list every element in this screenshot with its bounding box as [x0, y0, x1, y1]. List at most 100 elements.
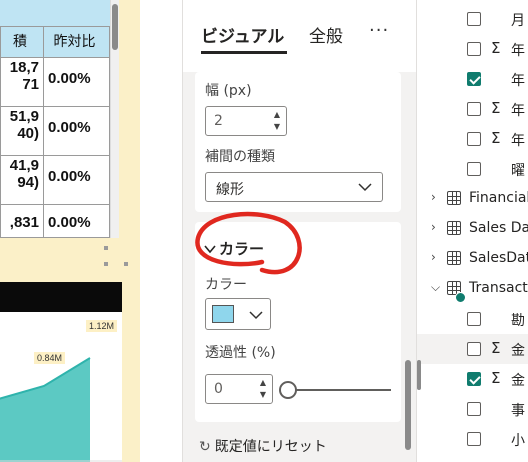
line-settings-card: 幅 (px) 2 ▲ ▼ 補間の種類 線形 [195, 72, 401, 212]
field-checkbox[interactable] [467, 432, 481, 446]
reset-label: 既定値にリセット [214, 439, 327, 455]
table-cell-value: 51,9 40) [0, 106, 44, 156]
format-pane-scrollbar-thumb[interactable] [405, 360, 411, 450]
field-checkbox[interactable] [467, 312, 481, 326]
field-table-row[interactable]: › SalesData [417, 244, 528, 274]
color-section-header[interactable]: カラー [203, 238, 264, 259]
transparency-slider-track[interactable] [287, 389, 391, 391]
field-item[interactable]: 事 [417, 394, 528, 424]
format-tabs: ビジュアル 全般 ··· [183, 0, 417, 72]
more-options-icon[interactable]: ··· [369, 20, 389, 41]
field-item[interactable]: 勘 [417, 304, 528, 334]
table-header-pct: 昨対比 [43, 26, 110, 58]
table-scrollbar[interactable] [110, 0, 119, 238]
transparency-value: 0 [214, 381, 223, 397]
field-name: 金 [511, 373, 525, 389]
sigma-icon: Σ [491, 99, 501, 117]
chevron-down-icon[interactable]: ⌵ [431, 280, 440, 295]
field-item[interactable]: 年 [417, 64, 528, 94]
field-name: 曜 [511, 163, 525, 179]
color-picker-button[interactable] [205, 298, 271, 330]
area-chart-plot [0, 357, 122, 462]
field-item[interactable]: 曜 [417, 154, 528, 184]
field-item[interactable]: Σ年 [417, 94, 528, 124]
field-name: 年 [511, 103, 525, 119]
field-name: 勘 [511, 313, 525, 329]
resize-handle[interactable] [104, 262, 108, 266]
field-name: 金 [511, 343, 525, 359]
tab-general[interactable]: 全般 [309, 22, 343, 47]
field-table-row[interactable]: ⌵ Transactio [417, 274, 528, 304]
resize-handle[interactable] [104, 246, 108, 250]
report-canvas[interactable]: 積 昨対比 18,7 71 0.00% 51,9 40) 0.00% 41,9 … [0, 0, 140, 462]
field-checkbox[interactable] [467, 72, 481, 86]
field-checkbox[interactable] [467, 42, 481, 56]
field-checkbox[interactable] [467, 162, 481, 176]
check-badge-icon [455, 292, 466, 303]
table-icon [447, 251, 461, 265]
transparency-stepper[interactable]: 0 ▲ ▼ [205, 374, 273, 404]
chevron-down-icon[interactable]: ▼ [258, 390, 268, 400]
table-icon [447, 191, 461, 205]
area-series [0, 358, 90, 462]
field-checkbox[interactable] [467, 402, 481, 416]
field-name: 小 [511, 433, 525, 449]
field-name: 事 [511, 403, 525, 419]
field-checkbox[interactable] [467, 102, 481, 116]
sigma-icon: Σ [491, 369, 501, 387]
field-item[interactable]: Σ金 [417, 364, 528, 394]
active-tab-indicator [201, 51, 287, 54]
color-section-title: カラー [219, 240, 265, 258]
field-table-name: Financial [469, 190, 528, 206]
sigma-icon: Σ [491, 39, 501, 57]
area-chart[interactable]: 0.84M 1.12M [0, 282, 122, 462]
chevron-down-icon [249, 311, 263, 320]
matrix-table[interactable]: 積 昨対比 18,7 71 0.00% 51,9 40) 0.00% 41,9 … [0, 0, 110, 238]
field-checkbox[interactable] [467, 342, 481, 356]
field-checkbox[interactable] [467, 372, 481, 386]
table-cell-value: 41,9 94) [0, 155, 44, 205]
table-cell-value: 18,7 71 [0, 57, 44, 107]
interpolation-dropdown[interactable]: 線形 [205, 172, 383, 202]
chevron-right-icon[interactable]: › [431, 220, 436, 234]
width-stepper[interactable]: 2 ▲ ▼ [205, 106, 287, 136]
reset-to-default-button[interactable]: ↻ 既定値にリセット [199, 436, 327, 456]
table-cell-pct: 0.00% [43, 57, 110, 107]
chevron-down-icon [204, 245, 216, 254]
data-label: 0.84M [34, 352, 66, 364]
format-pane-scrollbar[interactable] [401, 72, 417, 462]
chevron-down-icon[interactable]: ▼ [272, 122, 282, 132]
field-item[interactable]: Σ金 [417, 334, 528, 364]
field-item[interactable]: Σ年 [417, 34, 528, 64]
resize-handle[interactable] [124, 262, 128, 266]
tab-visual[interactable]: ビジュアル [201, 22, 284, 47]
field-item[interactable]: 月 [417, 4, 528, 34]
field-name: 年 [511, 73, 525, 89]
data-label: 1.12M [86, 320, 118, 332]
field-checkbox[interactable] [467, 132, 481, 146]
width-label: 幅 (px) [205, 83, 252, 99]
fields-pane: 月Σ年年Σ年Σ年曜›Financial›Sales Dat›SalesData⌵… [416, 0, 528, 462]
field-table-row[interactable]: › Sales Dat [417, 214, 528, 244]
field-item[interactable]: Σ年 [417, 124, 528, 154]
fields-pane-scrollbar[interactable] [417, 360, 421, 390]
table-cell-pct: 0.00% [43, 204, 110, 238]
sigma-icon: Σ [491, 339, 501, 357]
chevron-up-icon[interactable]: ▲ [272, 110, 282, 120]
chevron-right-icon[interactable]: › [431, 250, 436, 264]
table-cell-pct: 0.00% [43, 155, 110, 205]
field-checkbox[interactable] [467, 12, 481, 26]
transparency-slider-thumb[interactable] [279, 381, 297, 399]
chevron-up-icon[interactable]: ▲ [258, 378, 268, 388]
format-pane: ビジュアル 全般 ··· 幅 (px) 2 ▲ ▼ 補間の種類 線形 カラー カ… [182, 0, 417, 462]
field-item[interactable]: 小 [417, 424, 528, 454]
width-value: 2 [214, 113, 223, 129]
color-swatch [212, 305, 234, 323]
chevron-right-icon[interactable]: › [431, 190, 436, 204]
table-scrollbar-thumb[interactable] [112, 4, 118, 50]
table-cell-pct: 0.00% [43, 106, 110, 156]
color-label: カラー [205, 277, 247, 293]
field-table-row[interactable]: › Financial [417, 184, 528, 214]
table-header-value: 積 [0, 26, 44, 58]
table-icon [447, 221, 461, 235]
